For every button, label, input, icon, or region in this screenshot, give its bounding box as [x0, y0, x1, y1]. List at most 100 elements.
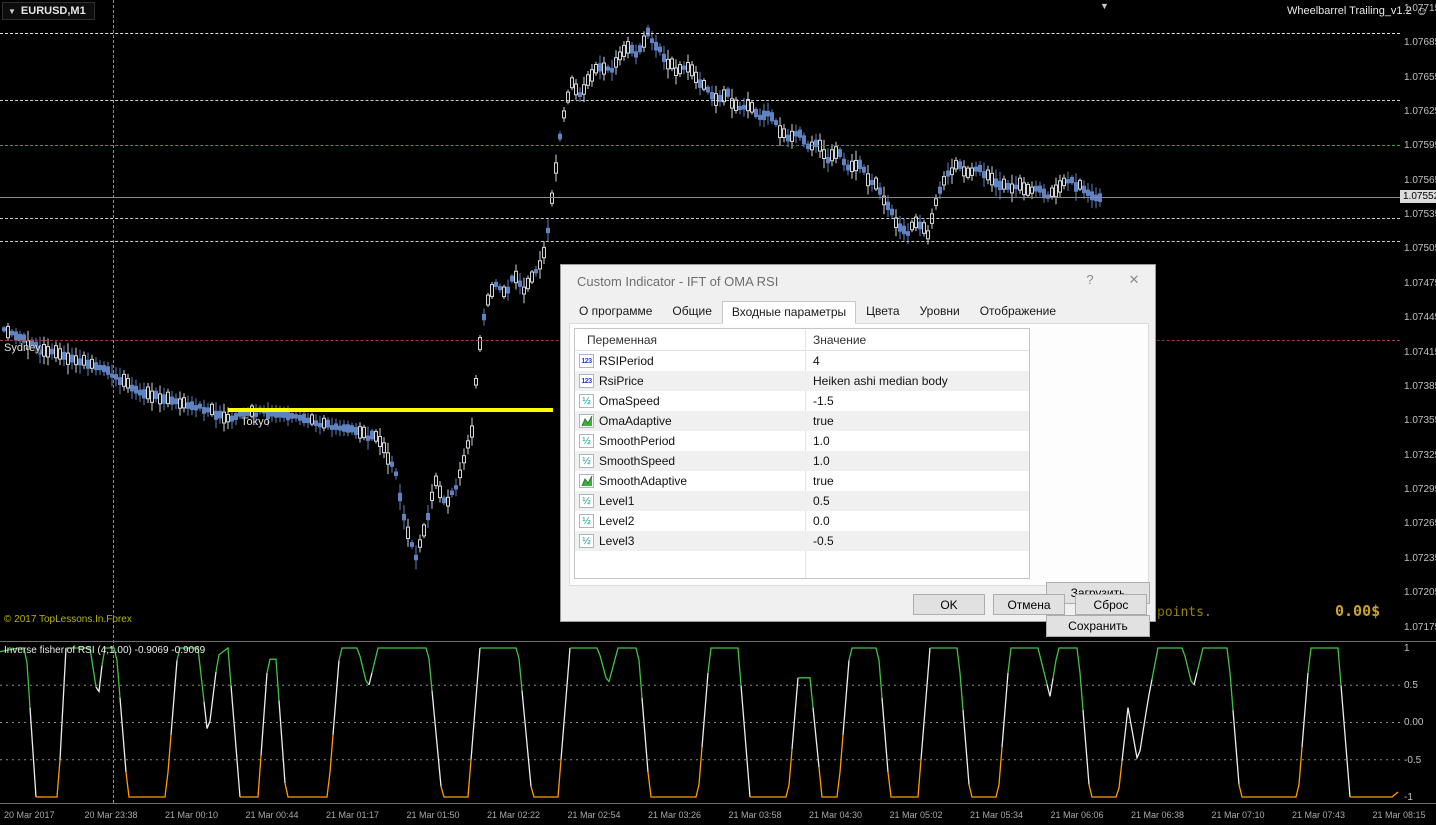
bool-icon — [579, 414, 594, 428]
price-axis-label: 1.07625 — [1404, 106, 1436, 117]
param-row-level1[interactable]: ½ Level1 0.5 — [575, 491, 1029, 511]
chart-shift-marker-icon: ▼ — [1100, 1, 1109, 11]
save-button[interactable]: Сохранить — [1046, 615, 1150, 637]
param-value[interactable]: -1.5 — [813, 394, 834, 408]
time-axis-label: 20 Mar 23:38 — [85, 810, 138, 820]
ea-label: Wheelbarrel Trailing_v1.2 ☺ — [1287, 4, 1428, 18]
tab-цвета[interactable]: Цвета — [856, 300, 909, 323]
pane-separator-top[interactable] — [0, 641, 1436, 642]
points-text-fragment: points. — [1157, 605, 1212, 620]
param-value[interactable]: 1.0 — [813, 454, 830, 468]
dialog-titlebar[interactable]: Custom Indicator - IFT of OMA RSI ? ✕ — [561, 265, 1155, 297]
param-row-rsiprice[interactable]: 123RsiPriceHeiken ashi median body — [575, 371, 1029, 391]
param-name: OmaSpeed — [599, 394, 660, 408]
param-name: Level2 — [599, 514, 634, 528]
indicator-scale-label: 0.5 — [1404, 680, 1418, 691]
param-row-smoothadaptive[interactable]: SmoothAdaptivetrue — [575, 471, 1029, 491]
help-button[interactable]: ? — [1081, 272, 1099, 290]
price-axis-label: 1.07385 — [1404, 381, 1436, 392]
time-axis-label: 21 Mar 01:17 — [326, 810, 379, 820]
param-name: SmoothPeriod — [599, 434, 675, 448]
indicator-scale-label: -1 — [1404, 792, 1413, 803]
param-row-omaadaptive[interactable]: OmaAdaptivetrue — [575, 411, 1029, 431]
tab-отображение[interactable]: Отображение — [970, 300, 1066, 323]
session-label-sydney: Sydney — [4, 342, 41, 354]
profit-label: 0.00$ — [1335, 602, 1380, 620]
time-axis-label: 21 Mar 05:34 — [970, 810, 1023, 820]
reset-button[interactable]: Сброс — [1075, 594, 1147, 615]
param-row-omaspeed[interactable]: ½OmaSpeed-1.5 — [575, 391, 1029, 411]
time-axis-label: 21 Mar 06:38 — [1131, 810, 1184, 820]
copyright-label: © 2017 TopLessons.In.Forex — [4, 614, 132, 625]
session-label-tokyo: Tokyo — [241, 416, 270, 428]
tab-уровни[interactable]: Уровни — [910, 300, 970, 323]
param-row-level3[interactable]: ½Level3-0.5 — [575, 531, 1029, 551]
time-axis-label: 20 Mar 2017 — [4, 810, 55, 820]
param-value[interactable]: 4 — [813, 354, 820, 368]
time-axis-label: 21 Mar 00:44 — [246, 810, 299, 820]
double-icon: ½ — [579, 434, 594, 448]
time-axis-label: 21 Mar 07:43 — [1292, 810, 1345, 820]
param-name: RsiPrice — [599, 374, 644, 388]
mt4-chart-window: ▼ EURUSD,M1 ▼ Wheelbarrel Trailing_v1.2 … — [0, 0, 1436, 825]
price-axis-label: 1.07655 — [1404, 72, 1436, 83]
param-value[interactable]: 1.0 — [813, 434, 830, 448]
param-row-level2[interactable]: ½ Level2 0.0 — [575, 511, 1029, 531]
price-axis-label: 1.07505 — [1404, 243, 1436, 254]
price-axis-label: 1.07265 — [1404, 518, 1436, 529]
double-icon: ½ — [579, 514, 594, 528]
close-icon[interactable]: ✕ — [1125, 272, 1143, 290]
param-row-smoothperiod[interactable]: ½ SmoothPeriod 1.0 — [575, 431, 1029, 451]
param-name: SmoothSpeed — [599, 454, 675, 468]
price-axis-label: 1.07565 — [1404, 175, 1436, 186]
yellow-trendline[interactable] — [228, 408, 553, 412]
table-header: Переменная Значение — [575, 329, 1029, 351]
horizontal-level-line — [0, 241, 1400, 242]
time-axis-label: 21 Mar 08:15 — [1373, 810, 1426, 820]
horizontal-level-line — [0, 145, 1400, 146]
double-icon: ½ — [579, 454, 594, 468]
tab-входные-параметры[interactable]: Входные параметры — [722, 301, 856, 324]
pane-separator-bottom — [0, 803, 1436, 804]
param-row-rsiperiod[interactable]: 123RSIPeriod4 — [575, 351, 1029, 371]
price-axis-label: 1.07205 — [1404, 587, 1436, 598]
indicator-scale[interactable]: 10.50.00-0.5-1 — [1404, 640, 1436, 805]
ok-button[interactable]: OK — [913, 594, 985, 615]
oscillator-chart — [0, 643, 1400, 803]
tab-о-программе[interactable]: О программе — [569, 300, 662, 323]
price-axis[interactable]: 1.077151.076851.076551.076251.075951.075… — [1402, 0, 1436, 640]
time-axis-label: 21 Mar 00:10 — [165, 810, 218, 820]
indicator-label: Inverse fisher of RSI (4,1.00) -0.9069 -… — [4, 645, 205, 656]
dialog-tabs: О программеОбщиеВходные параметрыЦветаУр… — [569, 301, 1147, 323]
param-value[interactable]: -0.5 — [813, 534, 834, 548]
param-value[interactable]: 0.0 — [813, 514, 830, 528]
time-axis-label: 21 Mar 06:06 — [1051, 810, 1104, 820]
param-value[interactable]: true — [813, 474, 834, 488]
cancel-button[interactable]: Отмена — [993, 594, 1065, 615]
double-icon: ½ — [579, 494, 594, 508]
horizontal-level-line — [0, 100, 1400, 101]
param-value[interactable]: true — [813, 414, 834, 428]
param-row-smoothspeed[interactable]: ½ SmoothSpeed 1.0 — [575, 451, 1029, 471]
indicator-scale-label: 1 — [1404, 643, 1410, 654]
time-axis[interactable]: 20 Mar 2017 20 Mar 23:38 21 Mar 00:10 21 Ma… — [0, 808, 1436, 825]
price-axis-label: 1.07445 — [1404, 312, 1436, 323]
ea-smiley-icon[interactable]: ☺ — [1416, 4, 1428, 18]
custom-indicator-dialog: Custom Indicator - IFT of OMA RSI ? ✕ О … — [560, 264, 1156, 622]
tab-общие[interactable]: Общие — [662, 300, 721, 323]
param-value[interactable]: 0.5 — [813, 494, 830, 508]
int-icon: 123 — [579, 354, 594, 368]
bool-icon — [579, 474, 594, 488]
indicator-scale-label: -0.5 — [1404, 755, 1421, 766]
column-header-value: Значение — [813, 333, 866, 347]
horizontal-level-line — [0, 218, 1400, 219]
dialog-title: Custom Indicator - IFT of OMA RSI — [577, 274, 778, 289]
param-name: Level1 — [599, 494, 634, 508]
time-axis-label: 21 Mar 02:54 — [568, 810, 621, 820]
time-axis-label: 21 Mar 02:22 — [487, 810, 540, 820]
column-header-variable: Переменная — [587, 333, 657, 347]
param-value[interactable]: Heiken ashi median body — [813, 374, 948, 388]
price-axis-label: 1.07235 — [1404, 553, 1436, 564]
horizontal-level-line — [0, 197, 1400, 198]
time-axis-label: 21 Mar 03:58 — [729, 810, 782, 820]
